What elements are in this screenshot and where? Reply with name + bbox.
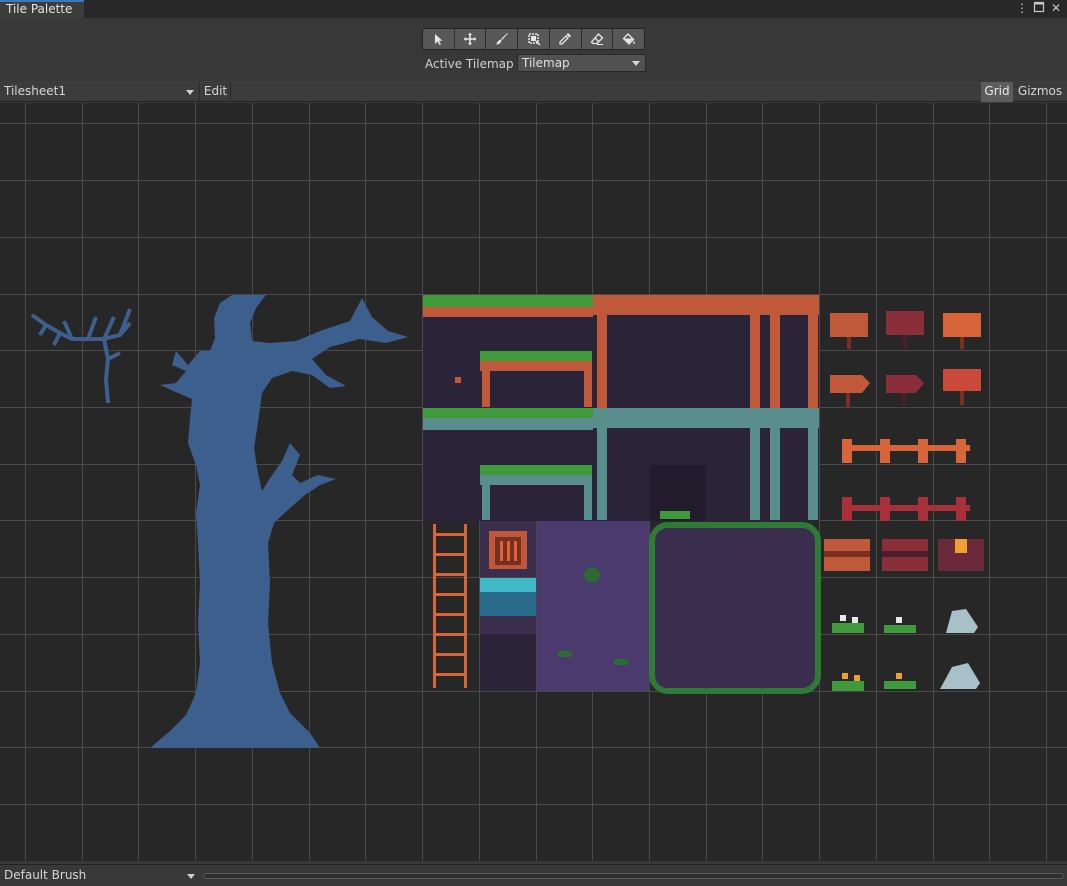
active-tilemap-label: Active Tilemap <box>425 57 514 71</box>
grass-patch-tile[interactable] <box>537 521 649 691</box>
bench-tiles[interactable] <box>824 539 984 571</box>
gizmos-toggle-button[interactable]: Gizmos <box>1013 82 1067 102</box>
terrain-tiles[interactable] <box>423 295 819 521</box>
chevron-down-icon <box>186 90 194 95</box>
tool-area: Active Tilemap Tilemap <box>0 18 1067 80</box>
dead-tree-tile[interactable] <box>150 295 408 748</box>
chevron-down-icon <box>187 874 195 879</box>
paintbrush-icon <box>495 33 508 45</box>
bottom-bar: Default Brush <box>0 864 1067 886</box>
fill-tool-button[interactable] <box>613 29 644 49</box>
moss-chamber-tile[interactable] <box>649 511 821 694</box>
chevron-down-icon <box>632 61 640 66</box>
more-options-icon[interactable]: ⋮ <box>1015 1 1029 15</box>
palette-grid <box>0 103 1067 861</box>
box-fill-tool-button[interactable] <box>518 29 550 49</box>
palette-canvas[interactable] <box>0 103 1067 861</box>
tab-bar: Tile Palette ⋮ ✕ <box>0 0 1067 18</box>
close-icon[interactable]: ✕ <box>1049 1 1063 15</box>
brush-dropdown[interactable]: Default Brush <box>0 866 200 886</box>
small-branch-tile[interactable] <box>30 308 132 404</box>
palette-dropdown[interactable]: Tilesheet1 <box>0 82 200 102</box>
fence-tiles[interactable] <box>842 439 970 521</box>
water-tile[interactable] <box>480 578 536 691</box>
edit-palette-button[interactable]: Edit <box>201 82 231 102</box>
eraser-tool-button[interactable] <box>581 29 614 49</box>
tab-tile-palette[interactable]: Tile Palette <box>0 0 84 18</box>
picker-tool-button[interactable] <box>549 29 582 49</box>
picker-icon <box>559 33 572 45</box>
move-tool-button[interactable] <box>454 29 487 49</box>
maximize-icon[interactable] <box>1032 1 1046 15</box>
door-tile[interactable] <box>480 521 536 577</box>
move-icon <box>463 32 477 46</box>
active-tilemap-dropdown[interactable]: Tilemap <box>517 54 646 72</box>
fill-bucket-icon <box>622 33 635 45</box>
eraser-icon <box>590 33 604 45</box>
brush-inspector-slider[interactable] <box>203 873 1064 879</box>
decoration-tiles[interactable] <box>832 609 980 691</box>
select-tool-button[interactable] <box>423 29 455 49</box>
brush-value: Default Brush <box>4 868 87 882</box>
paint-tool-button[interactable] <box>486 29 519 49</box>
palette-bar: Tilesheet1 Edit Grid Gizmos <box>0 81 1067 102</box>
grid-toggle-button[interactable]: Grid <box>981 82 1013 102</box>
active-tilemap-value: Tilemap <box>522 56 570 70</box>
sign-tiles[interactable] <box>830 311 981 407</box>
select-icon <box>435 34 443 45</box>
palette-value: Tilesheet1 <box>4 84 66 98</box>
ladder-tile[interactable] <box>433 524 467 688</box>
tool-toolbar <box>422 28 645 50</box>
box-fill-icon <box>527 33 541 46</box>
